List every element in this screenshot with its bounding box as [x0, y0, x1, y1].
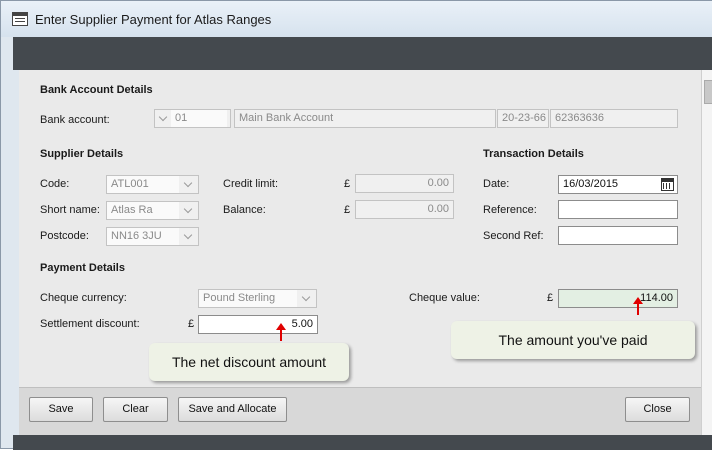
balance-currency: £	[344, 204, 351, 216]
balance-field: 0.00	[355, 200, 454, 219]
cheque-arrow	[633, 297, 643, 315]
supplier-code-dropdown[interactable]: ATL001	[106, 175, 199, 194]
bank-account-number: 62363636	[550, 109, 678, 128]
side-scrollbar[interactable]	[701, 70, 712, 435]
chevron-down-icon	[301, 293, 312, 304]
discount-callout: The net discount amount	[149, 343, 349, 381]
bottom-strip	[13, 435, 712, 450]
date-field[interactable]: 16/03/2015	[558, 175, 678, 194]
settlement-discount-label: Settlement discount:	[40, 318, 140, 330]
postcode-dropdown[interactable]: NN16 3JU	[106, 227, 199, 246]
payment-window: Enter Supplier Payment for Atlas Ranges …	[0, 0, 712, 450]
short-name-value: Atlas Ra	[107, 202, 179, 219]
chevron-down-icon	[183, 231, 194, 242]
bank-sort-code: 20-23-66	[497, 109, 549, 128]
second-ref-input[interactable]	[558, 226, 678, 245]
bank-account-code: 01	[171, 110, 227, 127]
credit-limit-field: 0.00	[355, 174, 454, 193]
short-name-label: Short name:	[40, 204, 100, 216]
close-button[interactable]: Close	[625, 397, 690, 422]
second-ref-label: Second Ref:	[483, 230, 544, 242]
credit-limit-label: Credit limit:	[223, 178, 279, 190]
date-label: Date:	[483, 178, 510, 190]
cheque-currency-dropdown[interactable]: Pound Sterling	[198, 289, 317, 308]
discount-arrow	[276, 323, 286, 341]
cheque-currency-value: Pound Sterling	[199, 290, 297, 307]
settlement-discount-currency: £	[188, 318, 195, 330]
title-bar: Enter Supplier Payment for Atlas Ranges	[1, 1, 712, 37]
bank-account-dropdown[interactable]: 01	[154, 109, 231, 128]
app-window-icon	[12, 12, 28, 26]
transaction-section-heading: Transaction Details	[483, 148, 584, 160]
cheque-value-label: Cheque value:	[409, 292, 480, 304]
clear-button[interactable]: Clear	[103, 397, 168, 422]
save-button[interactable]: Save	[29, 397, 93, 422]
balance-label: Balance:	[223, 204, 266, 216]
postcode-label: Postcode:	[40, 230, 89, 242]
date-value: 16/03/2015	[563, 178, 619, 190]
cheque-value-currency: £	[547, 292, 554, 304]
cheque-callout: The amount you've paid	[451, 321, 695, 359]
payment-section-heading: Payment Details	[40, 262, 125, 274]
reference-label: Reference:	[483, 204, 537, 216]
chevron-down-icon	[183, 205, 194, 216]
calendar-icon[interactable]	[661, 178, 674, 191]
postcode-value: NN16 3JU	[107, 228, 179, 245]
settlement-discount-input[interactable]: 5.00	[198, 315, 318, 334]
bank-account-name: Main Bank Account	[234, 109, 496, 128]
supplier-section-heading: Supplier Details	[40, 148, 124, 160]
bank-section-heading: Bank Account Details	[40, 84, 153, 96]
bank-account-label: Bank account:	[40, 114, 110, 126]
reference-input[interactable]	[558, 200, 678, 219]
chevron-down-icon	[158, 113, 169, 124]
chevron-down-icon	[183, 179, 194, 190]
window-title: Enter Supplier Payment for Atlas Ranges	[35, 12, 272, 27]
save-and-allocate-button[interactable]: Save and Allocate	[178, 397, 287, 422]
supplier-code-value: ATL001	[107, 176, 179, 193]
cheque-value-input[interactable]: 114.00	[558, 289, 678, 308]
supplier-code-label: Code:	[40, 178, 70, 190]
header-bar	[13, 37, 712, 70]
scroll-thumb[interactable]	[704, 80, 712, 104]
short-name-dropdown[interactable]: Atlas Ra	[106, 201, 199, 220]
credit-limit-currency: £	[344, 178, 351, 190]
cheque-currency-label: Cheque currency:	[40, 292, 127, 304]
